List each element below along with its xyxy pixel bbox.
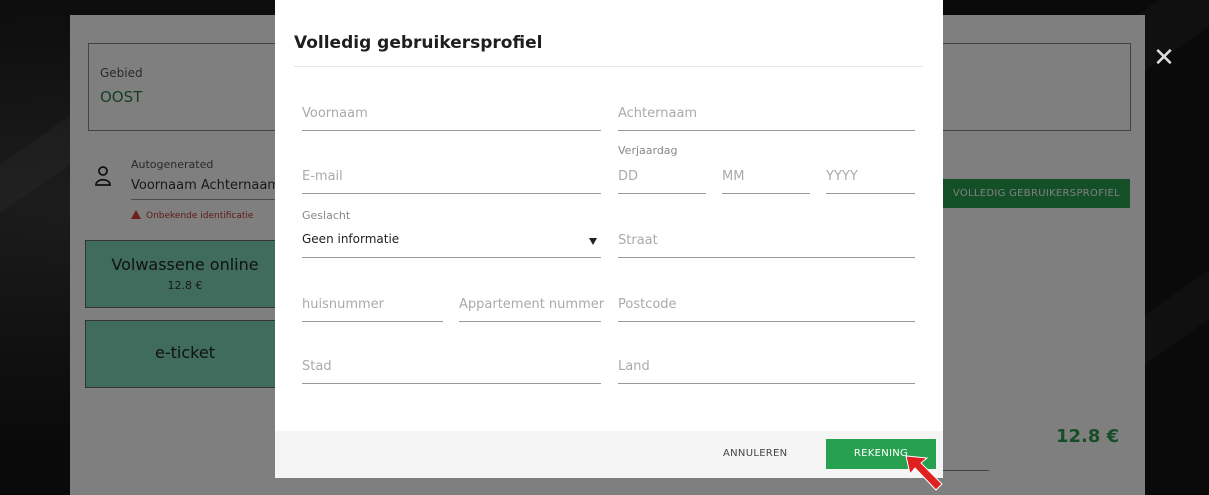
last-name-field[interactable]: Achternaam <box>618 95 915 131</box>
first-name-field[interactable]: Voornaam <box>302 95 601 131</box>
pointer-arrow-icon <box>905 455 943 491</box>
birthday-month-field[interactable]: MM <box>722 158 810 194</box>
gender-select[interactable]: Geen informatie <box>302 222 601 258</box>
gender-label: Geslacht <box>302 209 351 222</box>
street-field[interactable]: Straat <box>618 222 915 258</box>
birthday-year-placeholder: YYYY <box>826 169 858 184</box>
modal-divider <box>294 66 923 67</box>
house-number-field[interactable]: huisnummer <box>302 286 443 322</box>
apartment-number-placeholder: Appartement nummer <box>459 297 605 312</box>
city-placeholder: Stad <box>302 359 332 374</box>
modal-footer: ANNULEREN REKENING <box>275 431 943 478</box>
street-placeholder: Straat <box>618 233 658 248</box>
gender-value: Geen informatie <box>302 232 400 246</box>
country-placeholder: Land <box>618 359 650 374</box>
birthday-day-placeholder: DD <box>618 169 639 184</box>
close-icon[interactable]: ✕ <box>1152 45 1176 71</box>
house-number-placeholder: huisnummer <box>302 297 385 312</box>
postcode-field[interactable]: Postcode <box>618 286 915 322</box>
user-profile-modal: Volledig gebruikersprofiel Voornaam Acht… <box>275 0 943 478</box>
apartment-number-field[interactable]: Appartement nummer <box>459 286 605 322</box>
birthday-day-field[interactable]: DD <box>618 158 706 194</box>
country-field[interactable]: Land <box>618 348 915 384</box>
birthday-month-placeholder: MM <box>722 169 745 184</box>
cancel-button[interactable]: ANNULEREN <box>723 448 787 459</box>
city-field[interactable]: Stad <box>302 348 601 384</box>
dropdown-caret-icon <box>589 238 597 245</box>
email-placeholder: E-mail <box>302 169 343 184</box>
last-name-placeholder: Achternaam <box>618 106 698 121</box>
postcode-placeholder: Postcode <box>618 297 677 312</box>
birthday-year-field[interactable]: YYYY <box>826 158 915 194</box>
birthday-label: Verjaardag <box>618 144 678 157</box>
modal-title: Volledig gebruikersprofiel <box>294 33 543 53</box>
first-name-placeholder: Voornaam <box>302 106 368 121</box>
email-field[interactable]: E-mail <box>302 158 601 194</box>
